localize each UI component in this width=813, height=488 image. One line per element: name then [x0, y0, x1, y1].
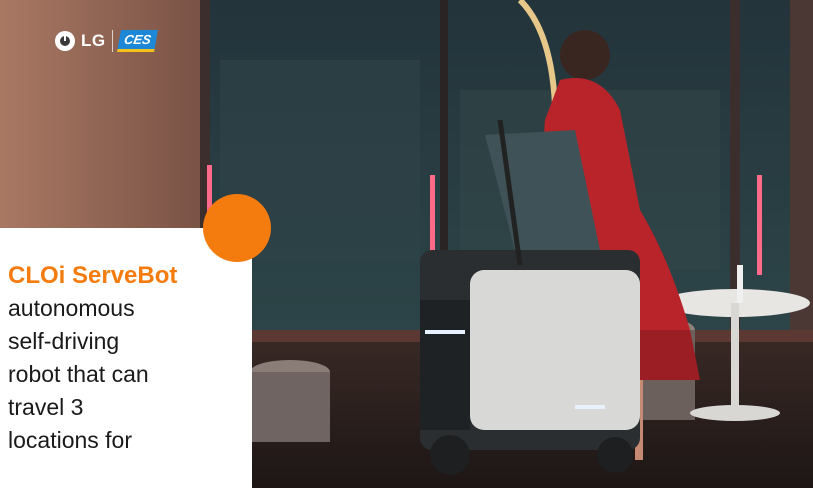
- caption-line: autonomous: [8, 295, 135, 321]
- caption-line: locations for: [8, 427, 133, 453]
- caption-line: travel 3: [8, 394, 84, 420]
- caption-line: self-driving: [8, 328, 120, 354]
- orange-dot: [203, 194, 271, 262]
- lg-logo-icon: [55, 31, 75, 51]
- product-title: CLOi ServeBot: [8, 262, 178, 289]
- logo-divider: [111, 30, 113, 52]
- caption-line: robot that can: [8, 361, 149, 387]
- ces-badge: CES: [116, 30, 158, 52]
- brand-company: LG: [81, 31, 106, 50]
- lg-ces-logo: LG CES: [55, 30, 158, 52]
- slide: LG CES CLOi ServeBot autonomous self-dri…: [0, 0, 813, 488]
